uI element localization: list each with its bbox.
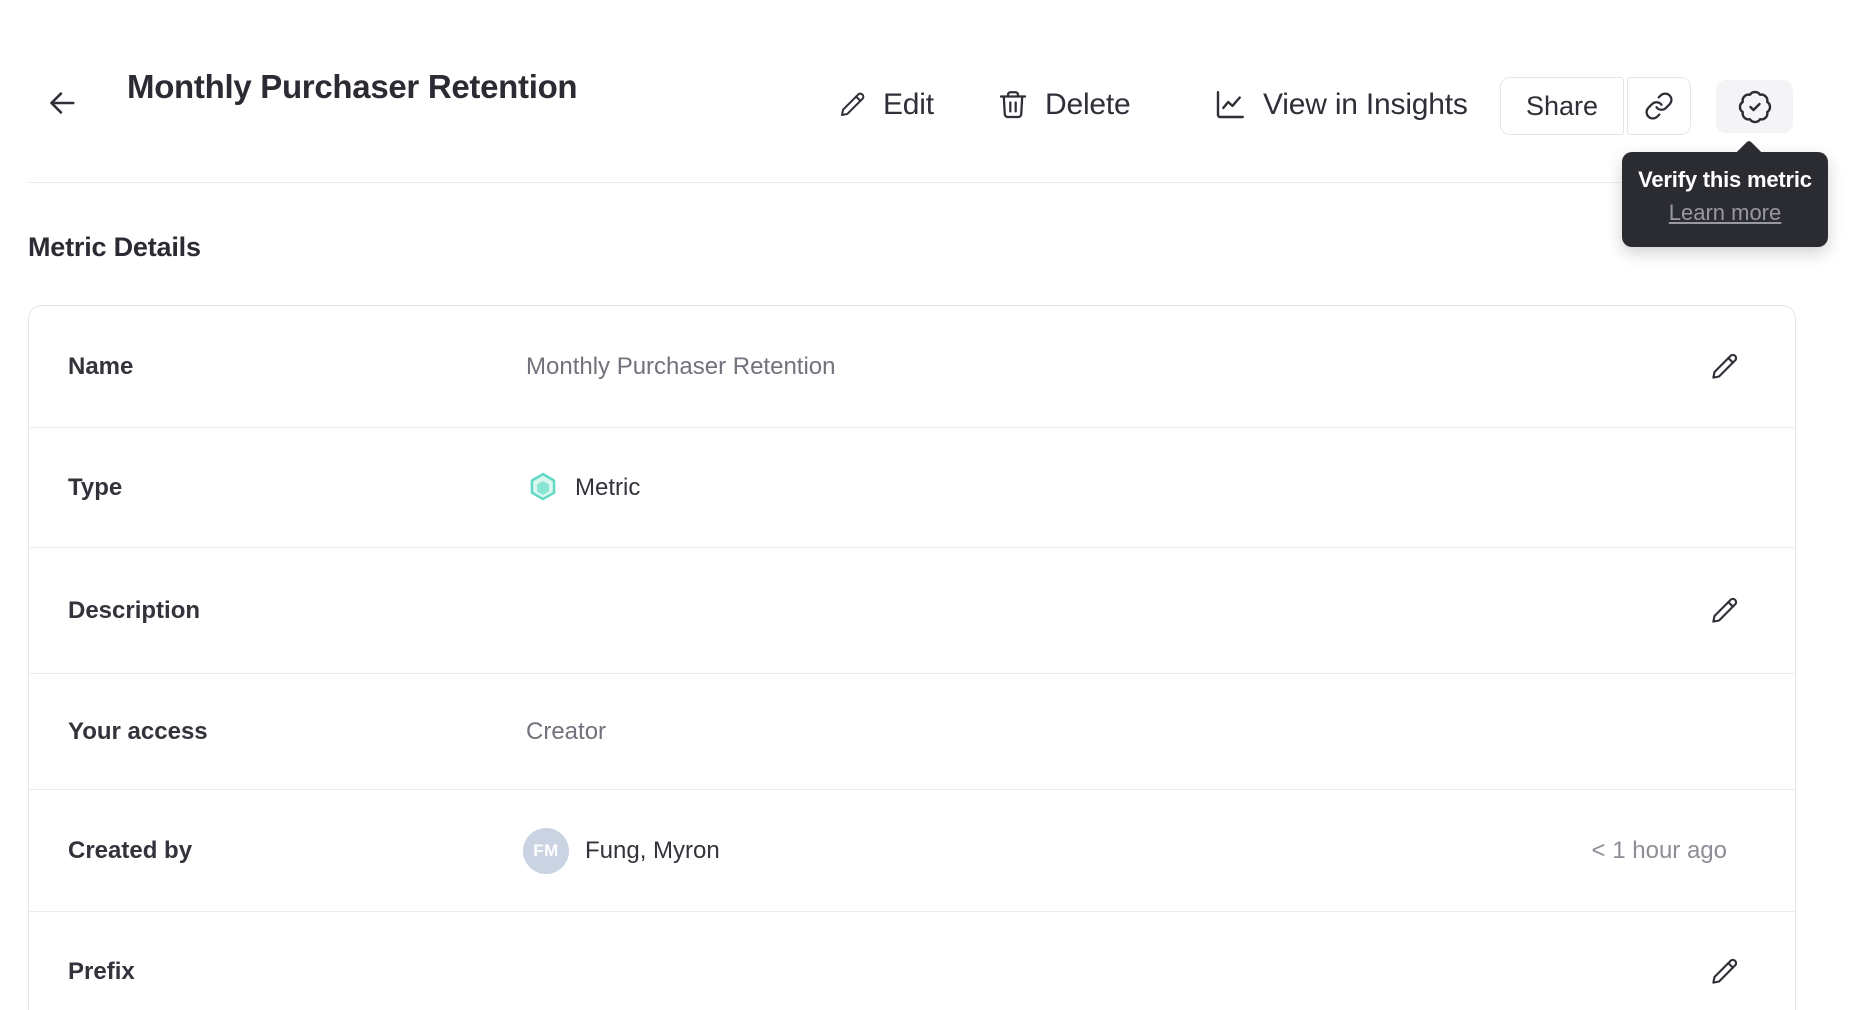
line-chart-icon xyxy=(1212,87,1248,123)
row-value: Monthly Purchaser Retention xyxy=(526,352,836,380)
pencil-icon xyxy=(1707,955,1741,989)
delete-button[interactable]: Delete xyxy=(996,76,1131,134)
detail-row-your-access: Your access Creator xyxy=(29,674,1795,790)
verified-badge-icon xyxy=(1737,89,1773,125)
pencil-icon xyxy=(1707,350,1741,384)
view-in-insights-label: View in Insights xyxy=(1263,88,1468,121)
row-value: FM Fung, Myron xyxy=(523,827,720,874)
tooltip-title: Verify this metric xyxy=(1638,167,1812,192)
share-label: Share xyxy=(1525,90,1599,121)
learn-more-link[interactable]: Learn more xyxy=(1669,200,1782,226)
row-value: Metric xyxy=(526,471,640,505)
row-label: Prefix xyxy=(68,958,135,985)
row-value: Creator xyxy=(526,717,607,745)
row-label: Type xyxy=(68,473,123,501)
row-label: Your access xyxy=(68,717,208,745)
page-title: Monthly Purchaser Retention xyxy=(127,68,578,105)
metric-details-page: Monthly Purchaser Retention Edit Delete … xyxy=(0,0,1850,1010)
avatar: FM xyxy=(523,827,569,874)
trash-icon xyxy=(996,88,1030,122)
pencil-icon xyxy=(1707,594,1741,628)
detail-row-created-by: Created by FM Fung, Myron < 1 hour ago xyxy=(29,790,1795,912)
row-label: Created by xyxy=(68,836,193,864)
verify-metric-button[interactable] xyxy=(1716,80,1793,133)
metric-details-card: Name Monthly Purchaser Retention Type Me… xyxy=(28,305,1796,1010)
back-button[interactable] xyxy=(42,84,82,122)
share-button[interactable]: Share xyxy=(1500,77,1624,135)
header-divider xyxy=(28,182,1822,183)
pencil-icon xyxy=(836,89,868,121)
section-title: Metric Details xyxy=(28,232,201,262)
detail-row-prefix: Prefix xyxy=(29,912,1795,1010)
edit-button[interactable]: Edit xyxy=(836,76,934,134)
detail-row-type: Type Metric xyxy=(29,428,1795,548)
delete-label: Delete xyxy=(1045,88,1131,121)
copy-link-button[interactable] xyxy=(1627,77,1691,135)
created-by-name: Fung, Myron xyxy=(585,836,720,864)
verify-tooltip: Verify this metric Learn more xyxy=(1622,152,1828,247)
edit-prefix-button[interactable] xyxy=(1707,955,1741,989)
edit-description-button[interactable] xyxy=(1707,594,1741,628)
view-in-insights-button[interactable]: View in Insights xyxy=(1212,76,1468,134)
edit-label: Edit xyxy=(883,88,934,121)
metric-hexagon-icon xyxy=(526,471,560,505)
detail-row-name: Name Monthly Purchaser Retention xyxy=(29,306,1795,428)
link-icon xyxy=(1644,91,1674,121)
edit-name-button[interactable] xyxy=(1707,350,1741,384)
type-value: Metric xyxy=(575,473,641,501)
created-timestamp: < 1 hour ago xyxy=(1591,836,1727,864)
row-label: Name xyxy=(68,352,134,380)
row-label: Description xyxy=(68,596,201,624)
back-arrow-icon xyxy=(44,85,80,121)
detail-row-description: Description xyxy=(29,548,1795,674)
